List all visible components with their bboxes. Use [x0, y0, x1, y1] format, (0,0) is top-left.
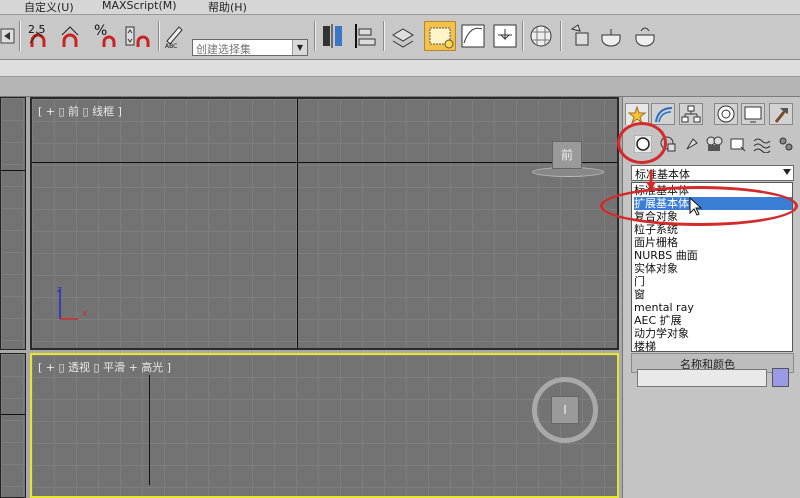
menu-customize[interactable]: 自定义(U): [24, 0, 74, 15]
space-warps-icon[interactable]: [753, 135, 771, 153]
grid-axis-line: [1, 414, 25, 415]
front-viewport[interactable]: [ + ▯ 前 ▯ 线框 ] 前 z x: [30, 97, 619, 350]
motion-tab[interactable]: [714, 103, 738, 125]
toolbar-separator: [560, 21, 562, 51]
dropdown-option[interactable]: 实体对象: [634, 262, 792, 275]
viewport-label[interactable]: [ + ▯ 透视 ▯ 平滑 + 高光 ]: [38, 359, 171, 375]
abc-label: ABC: [165, 43, 178, 50]
hierarchy-tab[interactable]: [679, 103, 703, 125]
main-toolbar: 2.5 % ABC 创建选择集 ▼: [0, 15, 800, 60]
viewcube-face[interactable]: 前: [552, 141, 582, 169]
object-color-swatch[interactable]: [772, 368, 789, 387]
rendered-frame-window-button[interactable]: [598, 21, 624, 51]
select-link-button[interactable]: [0, 21, 16, 51]
helpers-icon[interactable]: [729, 135, 747, 153]
axis-z-label: z: [57, 285, 62, 295]
angle-snap-button[interactable]: 2.5: [26, 21, 56, 51]
toolbar-separator: [158, 21, 160, 51]
menu-maxscript[interactable]: MAXScript(M): [102, 0, 177, 12]
dropdown-option[interactable]: mental ray: [634, 301, 792, 314]
object-name-field[interactable]: [637, 369, 767, 387]
hierarchy-icon: [681, 105, 701, 123]
dropdown-option[interactable]: 面片栅格: [634, 236, 792, 249]
modify-arc-icon: [655, 107, 673, 123]
axis-x-label: x: [82, 309, 88, 319]
systems-icon[interactable]: [777, 135, 795, 153]
chevron-down-icon: [783, 169, 791, 175]
viewcube-face-label: 前: [560, 148, 573, 162]
top-viewport[interactable]: [0, 97, 26, 350]
layer-manager-button[interactable]: [390, 21, 416, 51]
curve-editor-button[interactable]: [460, 21, 486, 51]
lights-icon[interactable]: [683, 135, 701, 153]
viewport-grid: [1, 98, 25, 349]
named-selection-set-dropdown[interactable]: 创建选择集 ▼: [192, 39, 308, 56]
named-selection-set-placeholder: 创建选择集: [196, 43, 251, 56]
horizontal-axis-line: [32, 162, 617, 163]
schematic-view-button[interactable]: [492, 21, 518, 51]
toolbar-separator: [522, 21, 524, 51]
magnet-snap-button[interactable]: [60, 21, 86, 51]
menu-help[interactable]: 帮助(H): [208, 0, 247, 15]
viewcube[interactable]: I: [532, 377, 598, 443]
ribbon-tabs-strip: [0, 77, 800, 97]
viewport-grid: [32, 355, 617, 496]
render-setup-button[interactable]: [566, 21, 592, 51]
modify-tab[interactable]: [651, 103, 675, 125]
align-button[interactable]: [352, 21, 378, 51]
display-tab[interactable]: [741, 103, 765, 125]
chevron-down-icon: ▼: [292, 40, 307, 55]
viewcube[interactable]: 前: [532, 139, 604, 179]
toolbar-separator: [314, 21, 316, 51]
edit-named-selection-button[interactable]: ABC: [163, 21, 187, 51]
viewport-grid: [32, 99, 617, 348]
dropdown-option[interactable]: 窗: [634, 288, 792, 301]
menu-bar: 自定义(U) MAXScript(M) 帮助(H): [0, 0, 800, 15]
vertical-axis-line: [297, 99, 298, 348]
viewcube-face[interactable]: I: [551, 396, 579, 424]
motion-icon: [717, 105, 735, 123]
mirror-button[interactable]: [320, 21, 346, 51]
dropdown-option[interactable]: 动力学对象: [634, 327, 792, 340]
dropdown-option[interactable]: AEC 扩展: [634, 314, 792, 327]
dropdown-option[interactable]: NURBS 曲面: [634, 249, 792, 262]
dropdown-selected-label: 标准基本体: [635, 168, 690, 181]
render-production-button[interactable]: [632, 21, 658, 51]
grid-axis-line: [149, 375, 150, 485]
graphite-ribbon: [0, 60, 800, 77]
viewport-label[interactable]: [ + ▯ 前 ▯ 线框 ]: [38, 103, 122, 119]
viewcube-face-label: I: [563, 403, 567, 417]
dropdown-option[interactable]: 门: [634, 275, 792, 288]
graphite-tools-toggle-button[interactable]: [424, 21, 456, 51]
toolbar-separator: [383, 21, 385, 51]
annotation-circle-geometry: [617, 122, 667, 164]
utilities-tab[interactable]: [769, 103, 793, 125]
perspective-viewport[interactable]: [ + ▯ 透视 ▯ 平滑 + 高光 ] I: [30, 353, 619, 498]
star-icon: [627, 105, 647, 125]
spinner-snap-button[interactable]: [124, 21, 154, 51]
hammer-icon: [774, 108, 788, 123]
left-viewport[interactable]: [0, 353, 26, 498]
dropdown-option[interactable]: 楼梯: [634, 340, 792, 353]
cameras-icon[interactable]: [705, 135, 723, 153]
grid-axis-line: [1, 170, 25, 171]
toolbar-separator: [19, 21, 21, 51]
material-editor-button[interactable]: [528, 21, 554, 51]
viewport-grid: [1, 354, 25, 497]
display-icon: [744, 106, 762, 123]
percent-snap-button[interactable]: %: [92, 21, 122, 51]
annotation-ellipse-extended-primitives: [600, 186, 798, 226]
